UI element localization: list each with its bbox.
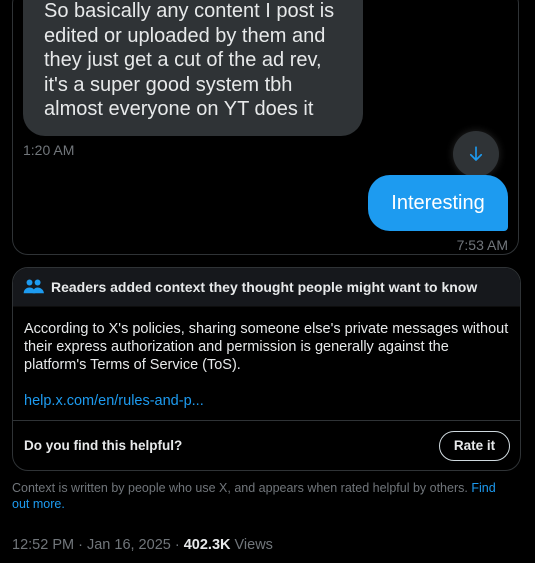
rate-it-button[interactable]: Rate it xyxy=(439,430,510,461)
people-icon xyxy=(23,279,44,294)
post-metadata: 12:52 PM · Jan 16, 2025 · 402.3K Views xyxy=(12,537,273,553)
arrow-down-icon xyxy=(469,146,483,161)
context-disclaimer: Context is written by people who use X, … xyxy=(12,481,512,512)
community-note-source-link[interactable]: help.x.com/en/rules-and-p... xyxy=(24,392,509,410)
context-disclaimer-text: Context is written by people who use X, … xyxy=(12,481,468,495)
community-note: Readers added context they thought peopl… xyxy=(12,267,521,471)
outgoing-message-text: Interesting xyxy=(391,191,485,214)
community-note-footer: Do you find this helpful? Rate it xyxy=(13,420,520,470)
incoming-message-text: So basically any content I post is edite… xyxy=(44,0,335,120)
dm-screenshot: So basically any content I post is edite… xyxy=(12,0,519,255)
community-note-title: Readers added context they thought peopl… xyxy=(51,279,478,295)
views-label: Views xyxy=(234,537,273,553)
scroll-to-bottom-button[interactable] xyxy=(453,131,499,177)
incoming-message-bubble: So basically any content I post is edite… xyxy=(23,0,363,136)
views-count[interactable]: 402.3K xyxy=(184,537,231,553)
post-time[interactable]: 12:52 PM xyxy=(12,537,74,553)
incoming-message-time: 1:20 AM xyxy=(23,142,75,158)
community-note-text: According to X's policies, sharing someo… xyxy=(24,321,509,373)
community-note-header: Readers added context they thought peopl… xyxy=(13,268,520,307)
post-date[interactable]: Jan 16, 2025 xyxy=(87,537,171,553)
community-note-body: According to X's policies, sharing someo… xyxy=(13,307,520,410)
outgoing-message-time: 7:53 AM xyxy=(456,237,508,253)
outgoing-message-bubble: Interesting xyxy=(368,175,508,231)
helpful-question: Do you find this helpful? xyxy=(24,438,183,453)
